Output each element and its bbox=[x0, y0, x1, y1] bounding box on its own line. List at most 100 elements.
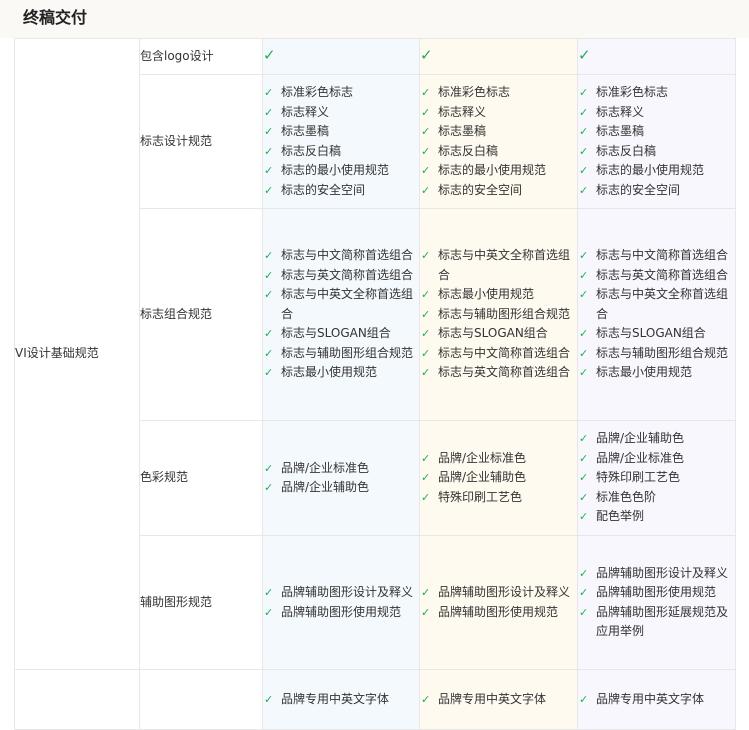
feature-list: ✓ 标准彩色标志 ✓ 标志释义 ✓ 标志墨稿 ✓ 标志反白稿 ✓ 标志的最小使用规范 ✓ 标志的安全空… bbox=[578, 83, 735, 200]
package-3-cell: ✓ 品牌辅助图形设计及释义 ✓ 品牌辅助图形使用规范 ✓ 品牌辅助图形延展规范及应用举例 bbox=[577, 535, 736, 670]
check-icon: ✓ bbox=[579, 105, 589, 119]
check-icon: ✓ bbox=[264, 327, 274, 341]
check-icon: ✓ bbox=[264, 605, 274, 619]
feature-list: ✓ 品牌/企业标准色 ✓ 品牌/企业辅助色 ✓ 特殊印刷工艺色 bbox=[420, 449, 577, 508]
feature-list: ✓ 品牌辅助图形设计及释义 ✓ 品牌辅助图形使用规范 bbox=[263, 583, 419, 622]
check-icon: ✓ bbox=[421, 164, 431, 177]
check-icon: ✓ bbox=[264, 125, 274, 138]
feature-text: 标志与辅助图形组合规范 bbox=[281, 345, 414, 360]
list-item: ✓ 标志释义 bbox=[420, 103, 577, 123]
feature-text: 标志与中文简称首选组合 bbox=[596, 248, 729, 263]
list-item: ✓ 品牌辅助图形设计及释义 bbox=[420, 583, 577, 603]
feature-list: ✓ 品牌专用中英文字体 bbox=[263, 690, 419, 710]
list-item: ✓ 品牌/企业标准色 bbox=[578, 449, 735, 469]
list-item: ✓ 品牌专用中英文字体 bbox=[578, 690, 735, 710]
list-item: ✓ 品牌辅助图形使用规范 bbox=[420, 603, 577, 623]
feature-text: 品牌辅助图形设计及释义 bbox=[438, 585, 571, 599]
check-icon: ✓ bbox=[579, 183, 589, 197]
row-label: 标志组合规范 bbox=[139, 208, 263, 421]
check-icon: ✓ bbox=[421, 605, 431, 619]
check-icon: ✓ bbox=[579, 471, 589, 485]
category-label-continued bbox=[14, 669, 140, 730]
check-icon: ✓ bbox=[264, 249, 274, 263]
check-icon: ✓ bbox=[421, 125, 431, 138]
package-3-cell: ✓ 标准彩色标志 ✓ 标志释义 ✓ 标志墨稿 ✓ 标志反白稿 ✓ 标志的最小使用规范 ✓ 标志的安全空… bbox=[577, 74, 736, 209]
list-item: ✓ 标准色色阶 bbox=[578, 488, 735, 508]
check-icon: ✓ bbox=[421, 586, 431, 599]
list-item: ✓ 标志反白稿 bbox=[263, 142, 419, 162]
check-icon: ✓ bbox=[264, 164, 274, 177]
check-icon: ✓ bbox=[579, 451, 589, 465]
list-item: ✓ 标志与英文简称首选组合 bbox=[578, 266, 735, 286]
list-item: ✓ 标志与辅助图形组合规范 bbox=[578, 344, 735, 364]
feature-text: 标志释义 bbox=[438, 104, 487, 119]
feature-text: 标志墨稿 bbox=[281, 124, 330, 138]
feature-text: 标志最小使用规范 bbox=[438, 287, 535, 302]
feature-text: 标志与辅助图形组合规范 bbox=[438, 306, 571, 321]
package-3-cell: ✓ 品牌专用中英文字体 bbox=[577, 669, 736, 730]
feature-text: 特殊印刷工艺色 bbox=[438, 489, 523, 504]
list-item: ✓ 标志与SLOGAN组合 bbox=[578, 324, 735, 344]
check-icon: ✓ bbox=[579, 327, 589, 341]
list-item: ✓ 标志与中文简称首选组合 bbox=[263, 246, 419, 266]
check-icon: ✓ bbox=[421, 490, 431, 504]
feature-list: ✓ 品牌/企业标准色 ✓ 品牌/企业辅助色 bbox=[263, 459, 419, 498]
list-item: ✓ 品牌辅助图形使用规范 bbox=[578, 583, 735, 603]
package-1-cell: ✓ bbox=[262, 38, 420, 75]
package-2-cell: ✓ bbox=[419, 38, 578, 75]
feature-text: 标志的安全空间 bbox=[281, 182, 366, 197]
check-icon: ✓ bbox=[579, 268, 589, 282]
check-icon: ✓ bbox=[264, 461, 274, 475]
list-item: ✓ 标准彩色标志 bbox=[420, 83, 577, 103]
check-icon: ✓ bbox=[579, 490, 589, 504]
feature-text: 标志的最小使用规范 bbox=[438, 163, 547, 177]
feature-text: 标志墨稿 bbox=[438, 124, 487, 138]
feature-list: ✓ 标志与中文简称首选组合 ✓ 标志与英文简称首选组合 ✓ 标志与中英文全称首选组合 ✓ 标志… bbox=[578, 246, 735, 383]
feature-text: 标准彩色标志 bbox=[438, 85, 511, 99]
check-icon: ✓ bbox=[579, 346, 589, 360]
list-item: ✓ 标志最小使用规范 bbox=[420, 285, 577, 305]
check-icon: ✓ bbox=[421, 105, 431, 119]
package-3-cell: ✓ 品牌/企业辅助色 ✓ 品牌/企业标准色 ✓ 特殊印刷工艺色 ✓ 标准色色阶 ✓ 配色举例 bbox=[577, 420, 736, 536]
list-item: ✓ 标志反白稿 bbox=[578, 142, 735, 162]
feature-list: ✓ 品牌专用中英文字体 bbox=[578, 690, 735, 710]
check-icon: ✓ bbox=[579, 586, 589, 599]
feature-text: 标志释义 bbox=[281, 104, 330, 119]
feature-text: 标志与中文简称首选组合 bbox=[281, 248, 414, 263]
check-icon: ✓ bbox=[264, 481, 274, 494]
feature-text: 标志反白稿 bbox=[281, 143, 342, 158]
check-icon: ✓ bbox=[579, 432, 589, 446]
check-icon: ✓ bbox=[264, 105, 274, 119]
list-item: ✓ 品牌/企业辅助色 bbox=[420, 468, 577, 488]
feature-text: 品牌专用中英文字体 bbox=[281, 691, 390, 706]
feature-text: 标志与SLOGAN组合 bbox=[596, 326, 706, 341]
feature-text: 标志最小使用规范 bbox=[281, 365, 378, 380]
list-item: ✓ 标志与中英文全称首选组合 bbox=[263, 285, 419, 324]
check-icon: ✓ bbox=[421, 307, 431, 321]
feature-text: 标志与中英文全称首选组合 bbox=[596, 287, 729, 321]
feature-list: ✓ 品牌专用中英文字体 bbox=[420, 690, 577, 710]
list-item: ✓ 品牌辅助图形延展规范及应用举例 bbox=[578, 603, 735, 642]
list-item: ✓ 标志的最小使用规范 bbox=[578, 161, 735, 181]
check-icon: ✓ bbox=[579, 86, 589, 99]
check-icon: ✓ bbox=[264, 268, 274, 282]
list-item: ✓ 品牌辅助图形使用规范 bbox=[263, 603, 419, 623]
feature-text: 品牌辅助图形设计及释义 bbox=[281, 585, 414, 599]
check-icon: ✓ bbox=[264, 586, 274, 599]
feature-text: 标志与中英文全称首选组合 bbox=[438, 248, 571, 282]
package-2-cell: ✓ 标准彩色标志 ✓ 标志释义 ✓ 标志墨稿 ✓ 标志反白稿 ✓ 标志的最小使用规范 ✓ 标志的安全空… bbox=[419, 74, 578, 209]
list-item: ✓ 标志释义 bbox=[578, 103, 735, 123]
table-row: VI设计基础规范 包含logo设计 ✓ ✓ ✓ bbox=[14, 38, 736, 670]
list-item: ✓ 标志与辅助图形组合规范 bbox=[263, 344, 419, 364]
list-item: ✓ 品牌专用中英文字体 bbox=[263, 690, 419, 710]
package-3-cell: ✓ 标志与中文简称首选组合 ✓ 标志与英文简称首选组合 ✓ 标志与中英文全称首选组合 ✓ 标志… bbox=[577, 208, 736, 421]
list-item: ✓ 标志与SLOGAN组合 bbox=[263, 324, 419, 344]
feature-text: 品牌/企业辅助色 bbox=[596, 431, 685, 446]
feature-text: 标志与SLOGAN组合 bbox=[281, 326, 391, 341]
check-icon: ✓ bbox=[579, 605, 589, 619]
package-comparison-table: VI设计基础规范 包含logo设计 ✓ ✓ ✓ 标志设计规范 ✓ 标准彩色标志 ✓ 标志释义 ✓ 标志… bbox=[14, 38, 736, 730]
package-1-cell: ✓ 标志与中文简称首选组合 ✓ 标志与英文简称首选组合 ✓ 标志与中英文全称首选组合 ✓ 标志… bbox=[262, 208, 420, 421]
list-item: ✓ 标志的安全空间 bbox=[578, 181, 735, 201]
check-icon: ✓ bbox=[579, 125, 589, 138]
row-label bbox=[139, 669, 263, 730]
